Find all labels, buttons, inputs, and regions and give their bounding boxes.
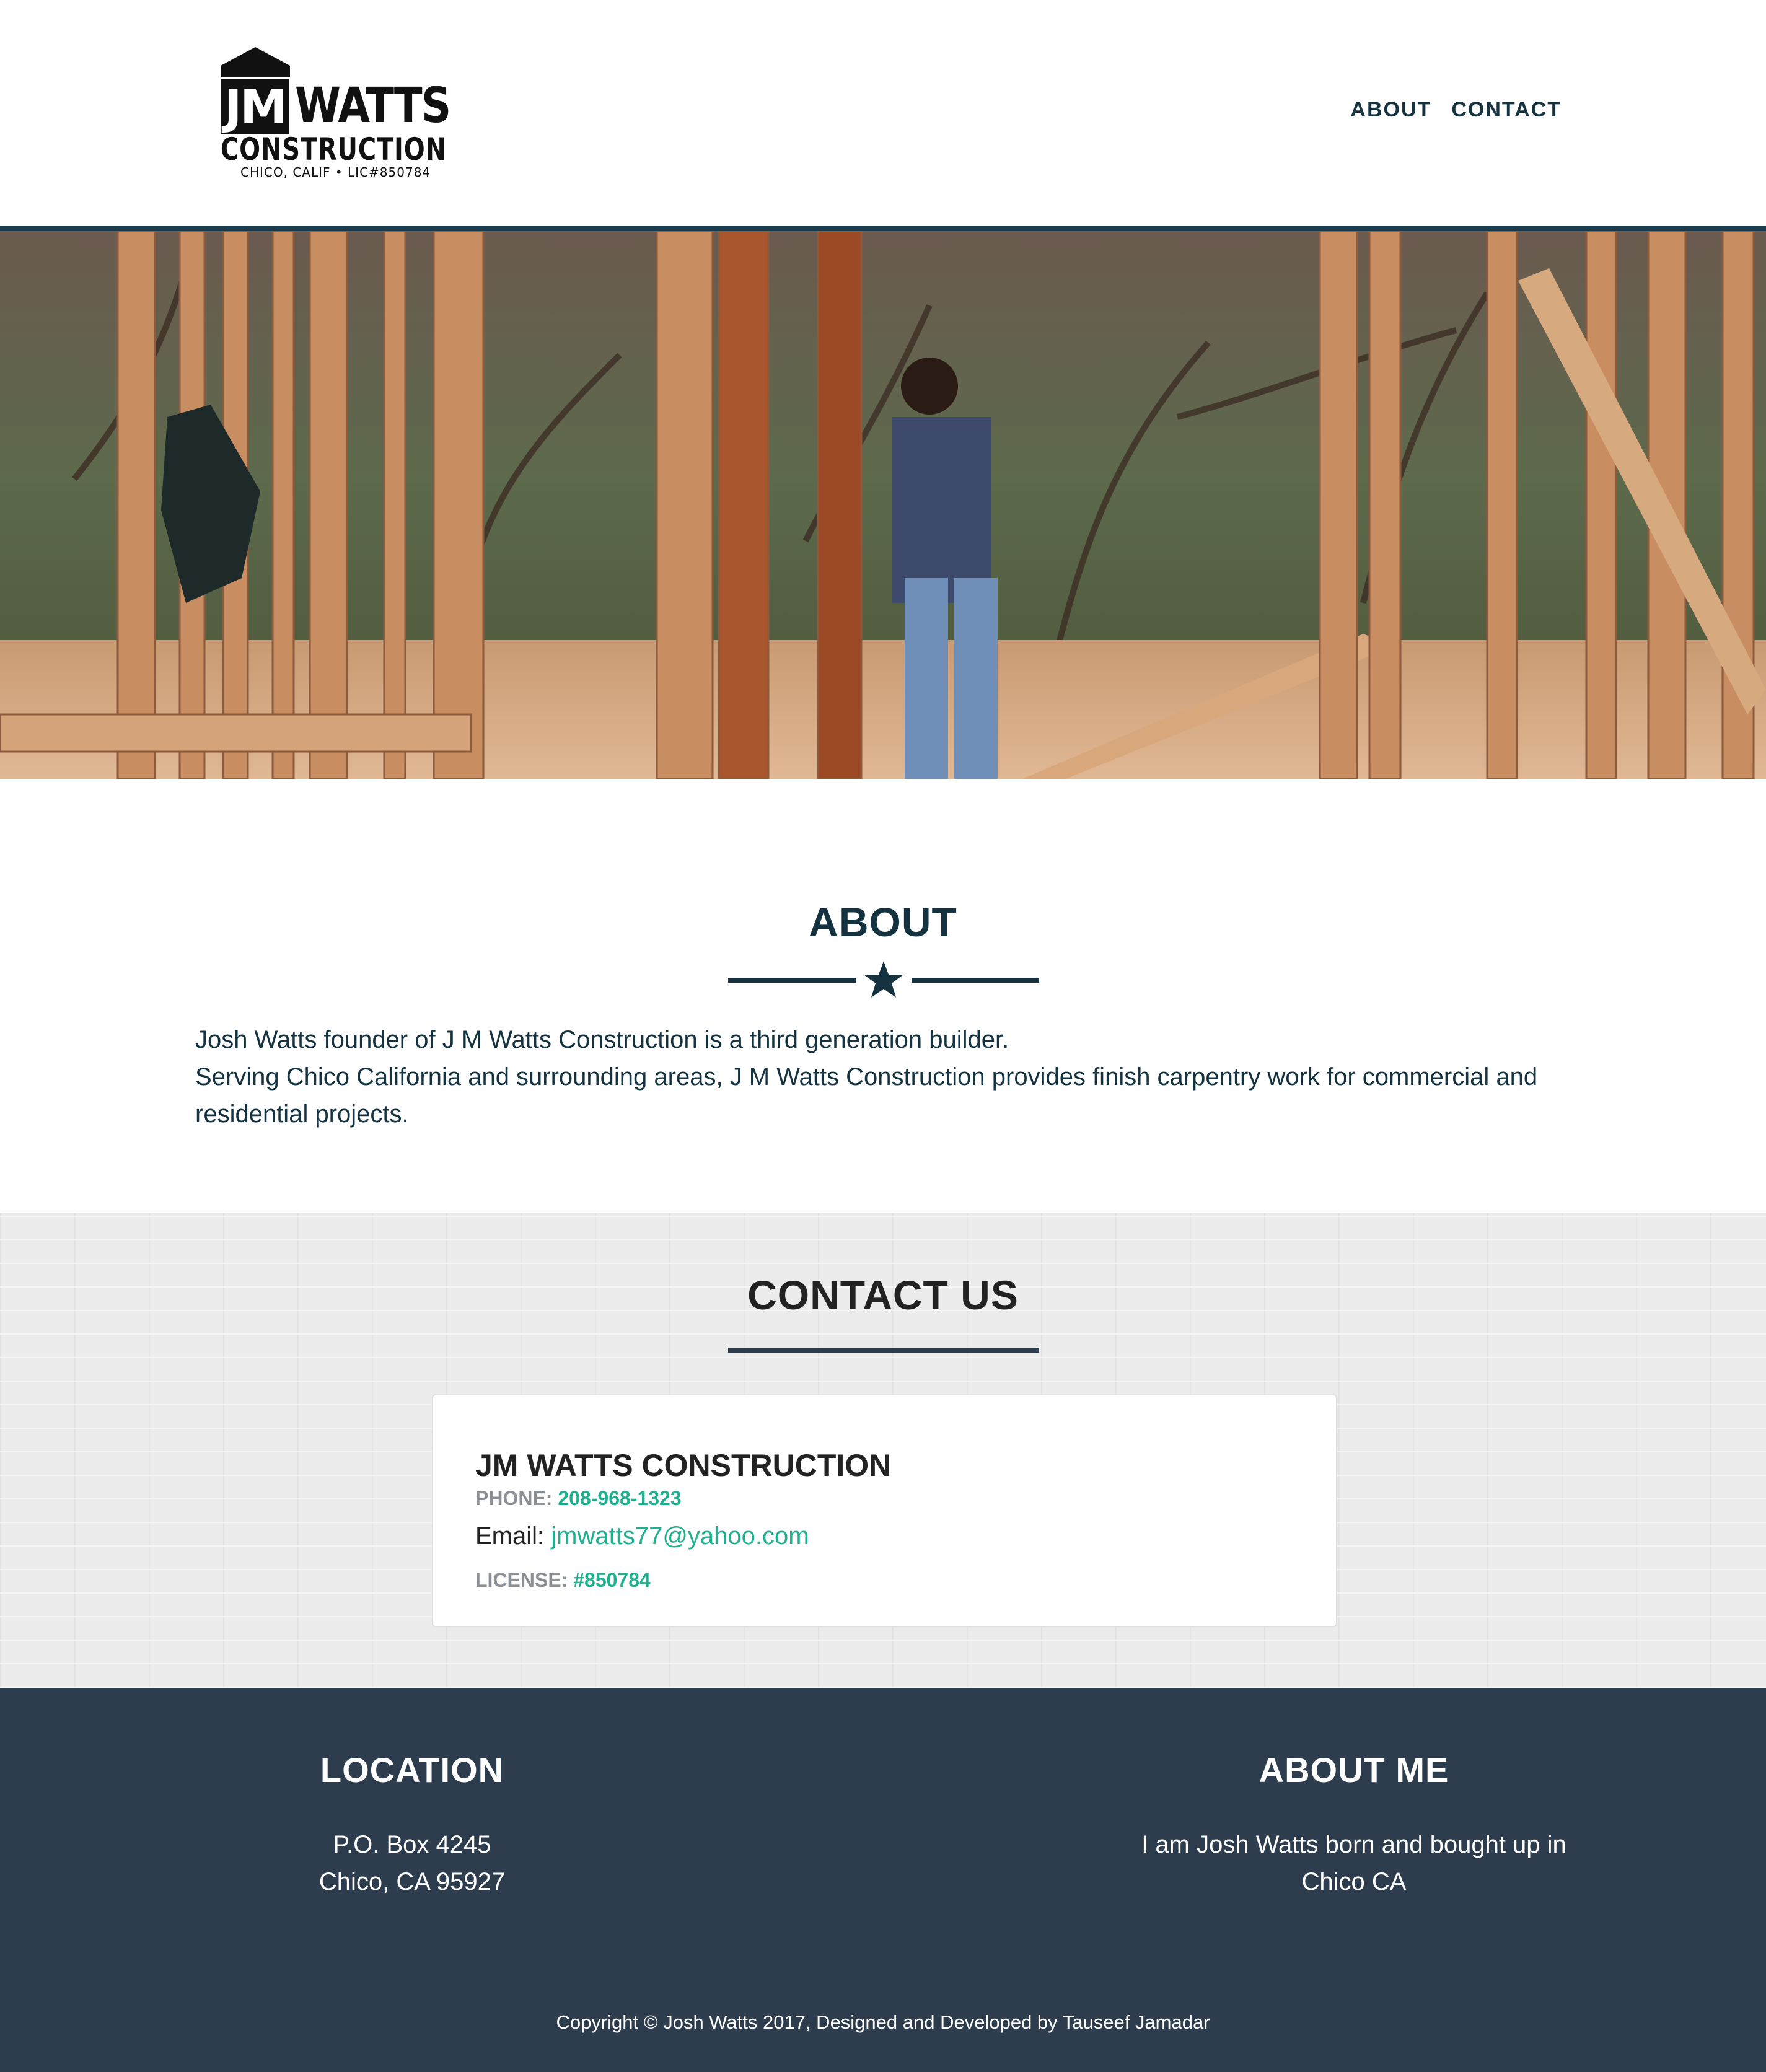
nav-contact-link[interactable]: CONTACT [1451, 98, 1562, 122]
about-me-heading: ABOUT ME [1259, 1750, 1449, 1789]
contact-divider [728, 1348, 1039, 1353]
hero-construction-image [0, 231, 1766, 779]
footer-about-me: ABOUT ME I am Josh Watts born and bought… [1075, 1750, 1633, 1900]
site-header: JM WATTS CONSTRUCTION CHICO, CALIF • LIC… [0, 0, 1766, 231]
about-heading: ABOUT [809, 899, 957, 945]
star-divider [728, 961, 1039, 998]
company-name: JM WATTS CONSTRUCTION [475, 1448, 892, 1483]
star-icon [864, 961, 903, 998]
nav-about-link[interactable]: ABOUT [1350, 98, 1431, 122]
phone-link[interactable]: 208-968-1323 [558, 1487, 681, 1509]
hero-carousel[interactable] [0, 231, 1766, 779]
main-nav: ABOUT CONTACT [1350, 98, 1562, 122]
location-line-2: Chico, CA 95927 [318, 1868, 506, 1895]
email-link[interactable]: jmwatts77@yahoo.com [551, 1522, 809, 1550]
about-me-text: I am Josh Watts born and bought up in Ch… [1141, 1831, 1566, 1895]
logo-initials: JM [221, 79, 289, 134]
house-roof-icon [221, 47, 290, 77]
copyright-text: Copyright © Josh Watts 2017, Designed an… [556, 2011, 1210, 2033]
about-line-2: Serving Chico California and surrounding… [195, 1063, 1538, 1128]
logo-name: WATTS [295, 78, 451, 134]
jm-watts-logo[interactable]: JM WATTS CONSTRUCTION CHICO, CALIF • LIC… [218, 47, 451, 183]
about-line-1: Josh Watts founder of J M Watts Construc… [195, 1026, 1009, 1053]
site-footer: LOCATION P.O. Box 4245 Chico, CA 95927 A… [0, 1688, 1766, 2072]
license-number: #850784 [573, 1569, 651, 1591]
location-heading: LOCATION [320, 1750, 504, 1789]
email-label: Email: [475, 1522, 545, 1550]
email-row: Email: jmwatts77@yahoo.com [475, 1522, 809, 1550]
logo-tagline: CHICO, CALIF • LIC#850784 [240, 165, 431, 180]
contact-heading: CONTACT US [747, 1272, 1019, 1318]
logo-subtitle: CONSTRUCTION [221, 131, 447, 167]
license-label: LICENSE: [475, 1569, 568, 1591]
about-text: Josh Watts founder of J M Watts Construc… [195, 1021, 1558, 1133]
footer-location: LOCATION P.O. Box 4245 Chico, CA 95927 [133, 1750, 691, 1900]
license-row: LICENSE: #850784 [475, 1569, 651, 1592]
phone-label: PHONE: [475, 1487, 553, 1509]
phone-row: PHONE: 208-968-1323 [475, 1487, 682, 1510]
contact-card: JM WATTS CONSTRUCTION PHONE: 208-968-132… [432, 1394, 1337, 1627]
location-line-1: P.O. Box 4245 [333, 1831, 491, 1858]
